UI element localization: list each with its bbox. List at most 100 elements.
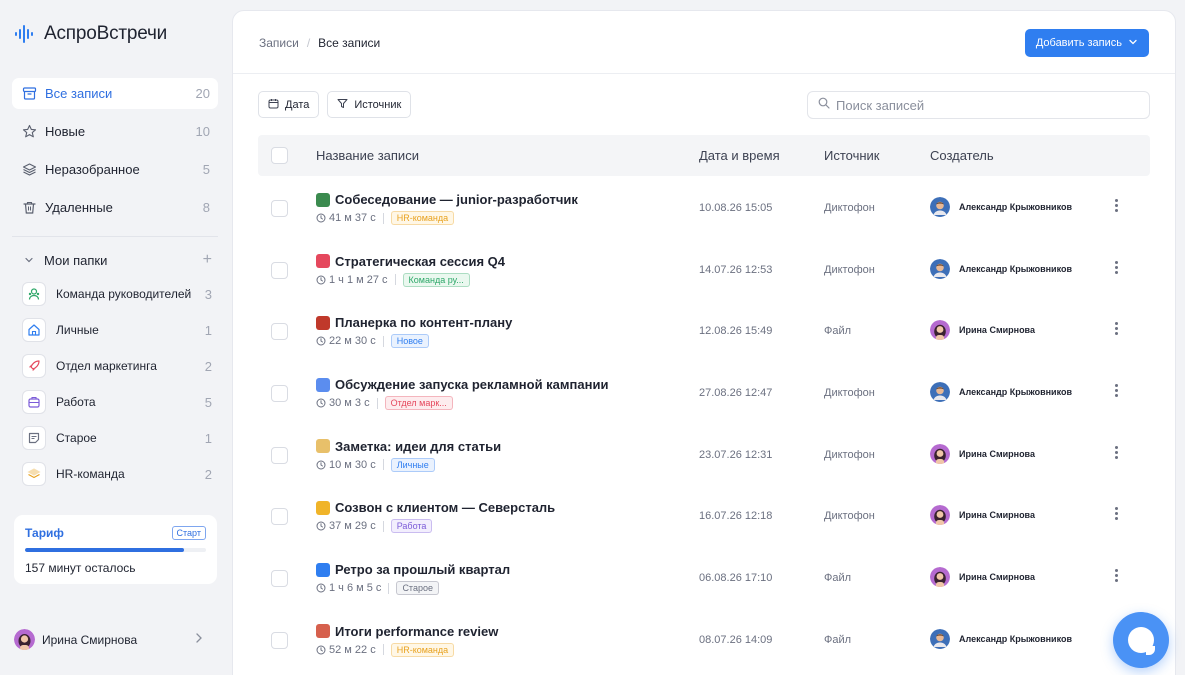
folder-tag[interactable]: Команда ру...	[402, 272, 470, 287]
record-title[interactable]: Планерка по контент-плану	[316, 315, 512, 330]
add-folder-button[interactable]: +	[203, 251, 212, 269]
row-checkbox[interactable]	[271, 323, 288, 341]
record-emoji-icon	[316, 315, 330, 330]
record-title[interactable]: Стратегическая сессия Q4	[316, 254, 505, 269]
table-row[interactable]: Обсуждение запуска рекламной кампании 30 …	[258, 362, 1150, 424]
folder-label: Отдел маркетинга	[56, 359, 157, 373]
folder-count: 1	[204, 430, 212, 446]
folder-item[interactable]: Личные 1	[22, 316, 212, 344]
record-meta: 22 м 30 с Новое	[316, 334, 429, 349]
search-input[interactable]	[836, 97, 1126, 113]
record-duration: 1 ч 1 м 27 с	[329, 273, 388, 286]
table-row[interactable]: Стратегическая сессия Q4 1 ч 1 м 27 с Кома…	[258, 239, 1150, 301]
more-options-icon[interactable]	[1115, 384, 1118, 398]
folder-label: Команда руководителей	[56, 287, 192, 301]
record-title[interactable]: Созвон с клиентом — Северсталь	[316, 500, 555, 515]
sidebar-item-2[interactable]: Неразобранное 5	[12, 154, 218, 185]
record-emoji-icon	[316, 377, 330, 392]
breadcrumb-root[interactable]: Записи	[259, 36, 299, 50]
row-checkbox[interactable]	[271, 446, 288, 464]
record-title[interactable]: Собеседование — junior-разработчик	[316, 192, 578, 207]
add-record-button[interactable]: Добавить запись	[1024, 29, 1149, 57]
folder-tag[interactable]: Работа	[390, 519, 433, 534]
table-row[interactable]: Заметка: идеи для статьи 10 м 30 с Личные 2…	[258, 424, 1150, 486]
row-checkbox[interactable]	[271, 200, 288, 217]
record-title[interactable]: Ретро за прошлый квартал	[316, 562, 510, 577]
folder-item[interactable]: Работа 5	[22, 388, 212, 416]
table-row[interactable]: Ретро за прошлый квартал 1 ч 6 м 5 с Старо…	[258, 547, 1150, 609]
folder-tag[interactable]: Личные	[390, 457, 435, 472]
note-icon	[22, 426, 46, 450]
calendar-icon	[268, 98, 279, 112]
select-all-checkbox[interactable]	[271, 147, 288, 164]
user-profile[interactable]: Ирина Смирнова	[14, 629, 204, 650]
folder-item[interactable]: Старое 1	[22, 424, 212, 452]
source-filter-button[interactable]: Источник	[327, 91, 412, 118]
meta-divider	[382, 212, 384, 224]
row-checkbox[interactable]	[271, 631, 288, 649]
record-datetime: 06.08.26 17:10	[699, 572, 773, 585]
column-name[interactable]: Название записи	[316, 148, 419, 163]
folders-header[interactable]: Мои папки +	[24, 251, 212, 269]
creator-name: Александр Крыжовников	[959, 263, 1073, 274]
record-title[interactable]: Итоги performance review	[316, 624, 498, 639]
avatar	[930, 320, 950, 341]
chat-support-button[interactable]	[1113, 612, 1169, 668]
column-creator[interactable]: Создатель	[930, 148, 994, 163]
record-datetime: 27.08.26 12:47	[699, 387, 773, 400]
chevron-down-icon[interactable]	[24, 255, 36, 265]
table-row[interactable]: Итоги performance review 52 м 22 с HR-кома…	[258, 609, 1150, 671]
breadcrumb-current: Все записи	[318, 36, 381, 50]
table-row[interactable]: Собеседование — junior-разработчик 41 м 3…	[258, 177, 1150, 239]
table-row[interactable]: Созвон с клиентом — Северсталь 37 м 29 с Р…	[258, 485, 1150, 547]
record-title[interactable]: Обсуждение запуска рекламной кампании	[316, 377, 608, 392]
tariff-card[interactable]: Тариф Старт 157 минут осталось	[14, 515, 217, 584]
folder-tag[interactable]: HR-команда	[390, 211, 455, 225]
briefcase-icon	[22, 390, 46, 414]
folder-item[interactable]: HR-команда 2	[22, 460, 212, 488]
row-checkbox[interactable]	[271, 570, 288, 588]
tariff-progress-bar	[25, 548, 206, 552]
record-source: Диктофон	[824, 263, 875, 276]
more-options-icon[interactable]	[1115, 199, 1118, 212]
sidebar-item-3[interactable]: Удаленные 8	[12, 192, 218, 223]
more-options-icon[interactable]	[1115, 569, 1118, 583]
sidebar-item-1[interactable]: Новые 10	[12, 116, 218, 147]
folder-tag[interactable]: Отдел марк...	[384, 396, 453, 411]
folder-item[interactable]: Команда руководителей 3	[22, 280, 212, 308]
column-datetime[interactable]: Дата и время	[699, 148, 780, 163]
date-filter-button[interactable]: Дата	[258, 91, 320, 118]
record-meta: 10 м 30 с Личные	[316, 457, 435, 472]
sidebar-item-0[interactable]: Все записи 20	[12, 78, 218, 109]
folder-item[interactable]: Отдел маркетинга 2	[22, 352, 212, 380]
record-meta: 30 м 3 с Отдел марк...	[316, 396, 453, 411]
star-icon	[21, 124, 37, 140]
folder-label: Личные	[56, 323, 99, 337]
avatar	[930, 628, 950, 649]
folder-tag[interactable]: Старое	[396, 581, 439, 596]
row-checkbox[interactable]	[271, 261, 288, 279]
more-options-icon[interactable]	[1115, 322, 1118, 336]
more-options-icon[interactable]	[1115, 260, 1118, 274]
folder-tag[interactable]: Новое	[390, 334, 429, 349]
avatar	[930, 197, 950, 217]
meta-divider	[382, 459, 384, 471]
record-creator: Александр Крыжовников	[930, 258, 1073, 279]
chevron-right-icon[interactable]	[194, 632, 204, 647]
table-row[interactable]: Планерка по контент-плану 22 м 30 с Новое 1…	[258, 300, 1150, 362]
search-box[interactable]	[807, 91, 1150, 119]
row-checkbox[interactable]	[271, 385, 288, 403]
filter-icon	[337, 98, 348, 112]
trash-icon	[21, 200, 37, 216]
record-datetime: 16.07.26 12:18	[699, 510, 773, 523]
more-options-icon[interactable]	[1115, 445, 1118, 459]
record-emoji-icon	[316, 439, 330, 454]
more-options-icon[interactable]	[1115, 507, 1118, 521]
folder-tag[interactable]: HR-команда	[390, 642, 455, 657]
column-source[interactable]: Источник	[824, 148, 880, 163]
record-title-text: Итоги performance review	[335, 623, 499, 639]
record-title[interactable]: Заметка: идеи для статьи	[316, 439, 501, 454]
app-logo[interactable]: АспроВстречи	[14, 23, 167, 45]
row-checkbox[interactable]	[271, 508, 288, 526]
record-creator: Ирина Смирнова	[930, 505, 1035, 526]
